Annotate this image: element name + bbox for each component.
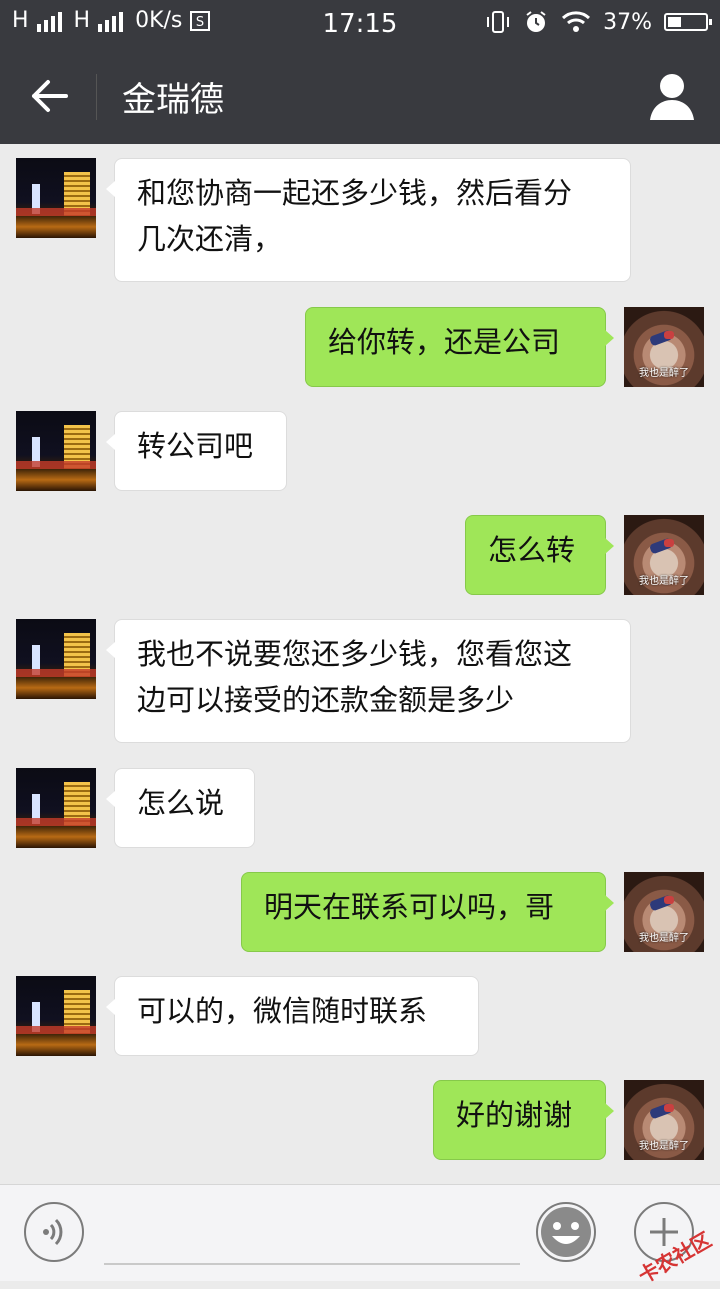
message-text: 明天在联系可以吗，哥 <box>264 890 555 924</box>
chat-title: 金瑞德 <box>122 80 224 120</box>
vibrate-icon <box>487 11 510 33</box>
contact-avatar[interactable] <box>16 158 96 238</box>
voice-icon <box>43 1218 63 1246</box>
battery-icon <box>664 13 712 31</box>
status-bar: H H 0K/s S 17:15 37% <box>0 0 720 48</box>
avatar-caption: 我也是醉了 <box>639 933 689 944</box>
person-icon[interactable] <box>648 70 696 122</box>
message-text: 给你转，还是公司 <box>328 325 561 359</box>
message-text: 几次还清， <box>137 222 283 256</box>
self-avatar[interactable]: 我也是醉了 <box>624 515 704 595</box>
message-bubble[interactable]: 我也不说要您还多少钱，您看您这 边可以接受的还款金额是多少 <box>106 619 631 743</box>
battery-percent: 37% <box>603 9 652 35</box>
wifi-icon <box>562 11 591 32</box>
contact-avatar[interactable] <box>16 976 96 1056</box>
back-arrow-icon[interactable] <box>24 72 74 120</box>
message-bubble[interactable]: 明天在联系可以吗，哥 <box>241 872 614 952</box>
message-text: 转公司吧 <box>137 429 254 463</box>
contact-avatar[interactable] <box>16 768 96 848</box>
contact-avatar[interactable] <box>16 411 96 491</box>
emoji-icon <box>541 1207 591 1257</box>
avatar-caption: 我也是醉了 <box>639 368 689 379</box>
voice-button[interactable] <box>24 1202 84 1262</box>
alarm-icon <box>526 11 546 32</box>
emoji-button[interactable] <box>536 1202 596 1262</box>
message-bubble[interactable]: 和您协商一起还多少钱，然后看分 几次还清， <box>106 158 631 282</box>
message-text: 边可以接受的还款金额是多少 <box>137 683 515 717</box>
self-avatar[interactable]: 我也是醉了 <box>624 307 704 387</box>
message-bubble[interactable]: 转公司吧 <box>106 411 287 491</box>
message-text: 可以的，微信随时联系 <box>137 994 428 1028</box>
avatar-caption: 我也是醉了 <box>639 576 689 587</box>
header-divider <box>96 74 97 120</box>
message-list[interactable]: 和您协商一起还多少钱，然后看分 几次还清， 给你转，还是公司 我也是醉了 转公司… <box>0 144 720 1184</box>
message-bubble[interactable]: 好的谢谢 <box>433 1080 614 1160</box>
message-bubble[interactable]: 怎么说 <box>106 768 255 848</box>
avatar-caption: 我也是醉了 <box>639 1141 689 1152</box>
message-text: 怎么转 <box>488 533 576 567</box>
message-text: 好的谢谢 <box>456 1098 573 1132</box>
message-bubble[interactable]: 可以的，微信随时联系 <box>106 976 479 1056</box>
contact-avatar[interactable] <box>16 619 96 699</box>
input-bar: 卡农社区 <box>0 1184 720 1288</box>
message-text: 我也不说要您还多少钱，您看您这 <box>137 637 573 671</box>
chat-header: 金瑞德 <box>0 48 720 144</box>
self-avatar[interactable]: 我也是醉了 <box>624 872 704 952</box>
message-bubble[interactable]: 给你转，还是公司 <box>305 307 614 387</box>
status-right: 37% <box>485 9 712 35</box>
self-avatar[interactable]: 我也是醉了 <box>624 1080 704 1160</box>
message-text: 怎么说 <box>137 786 225 820</box>
battery-fill <box>668 17 681 27</box>
message-text: 和您协商一起还多少钱，然后看分 <box>137 176 573 210</box>
message-input[interactable] <box>104 1201 520 1265</box>
message-bubble[interactable]: 怎么转 <box>465 515 614 595</box>
